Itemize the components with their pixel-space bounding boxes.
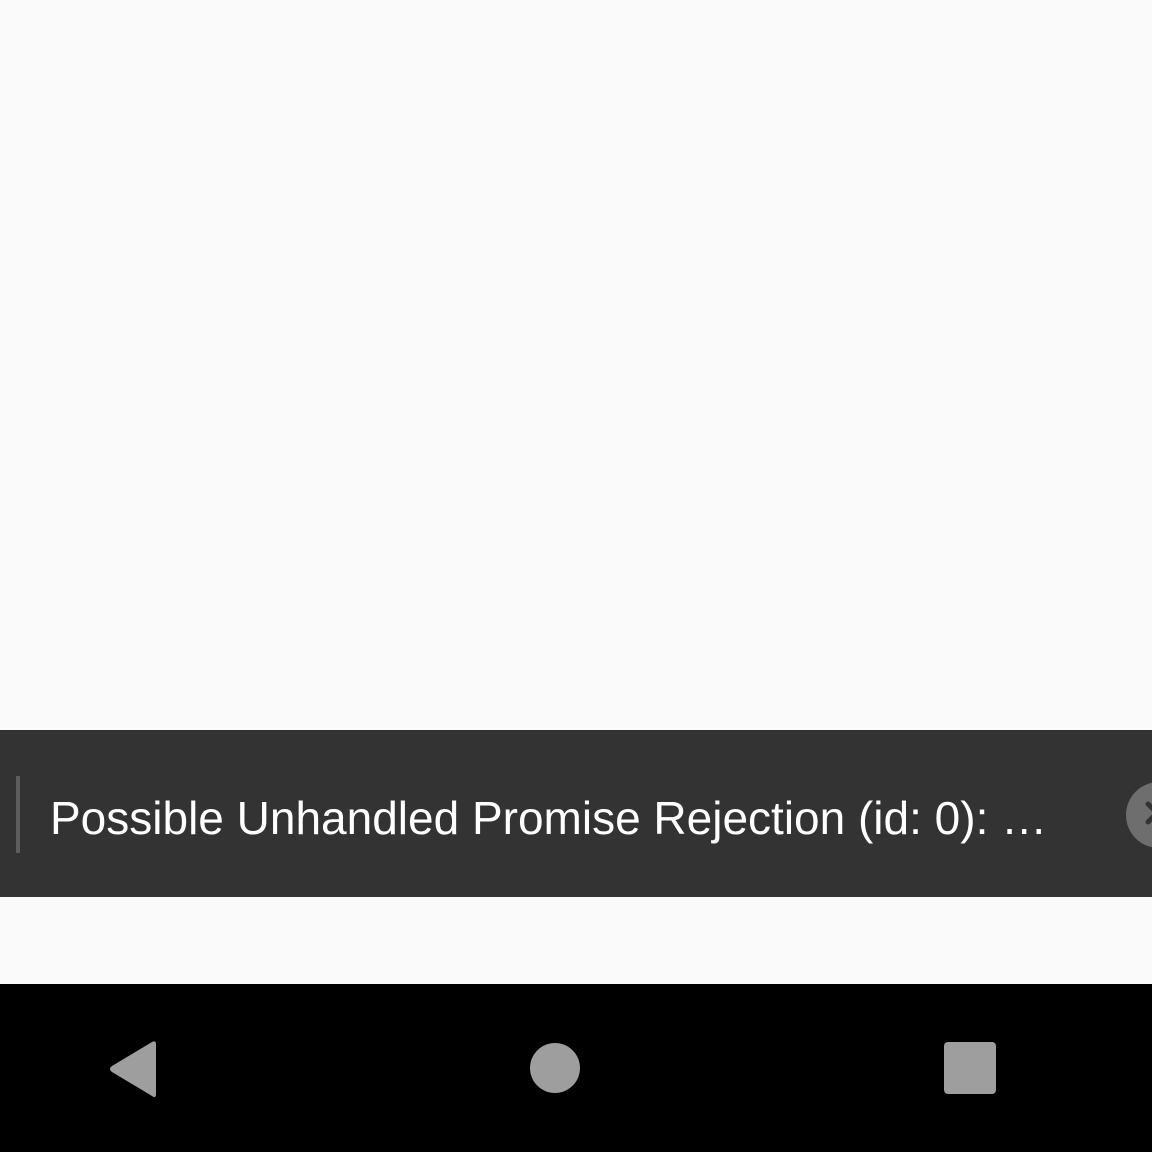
nav-back-button[interactable]	[96, 1030, 176, 1110]
app-content-bottom	[0, 897, 1152, 984]
close-icon	[1145, 801, 1152, 825]
nav-home-button[interactable]	[515, 1030, 595, 1110]
back-triangle-icon	[110, 1041, 156, 1098]
warning-accent-bar	[16, 776, 20, 853]
home-circle-icon	[530, 1043, 580, 1093]
nav-recents-button[interactable]	[930, 1030, 1010, 1110]
warning-message[interactable]: Possible Unhandled Promise Rejection (id…	[50, 790, 1100, 846]
recents-square-icon	[944, 1042, 996, 1094]
app-screen: Possible Unhandled Promise Rejection (id…	[0, 0, 1152, 1152]
app-content-area	[0, 0, 1152, 730]
